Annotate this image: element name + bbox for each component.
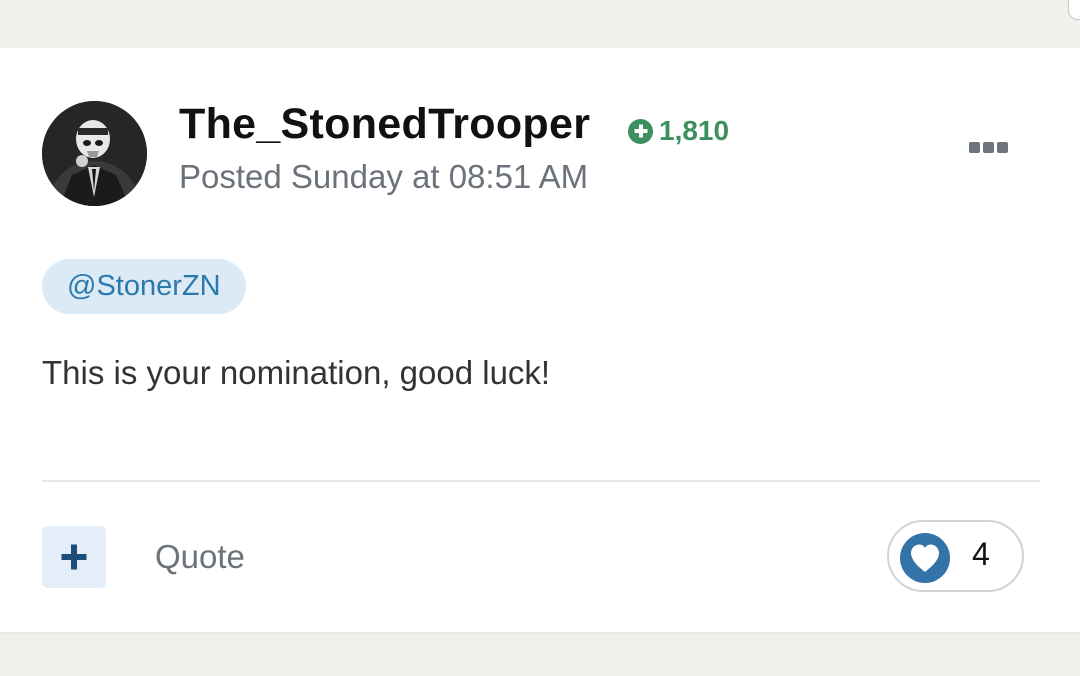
multiquote-button[interactable] <box>42 526 106 588</box>
quote-button[interactable]: Quote <box>155 538 245 576</box>
more-options-button[interactable] <box>958 132 1018 162</box>
avatar[interactable] <box>42 101 147 206</box>
reaction-button[interactable]: 4 <box>887 520 1024 592</box>
plus-circle-icon <box>628 118 653 144</box>
page: The_StonedTrooper 1,810 Posted Sunday at… <box>0 0 1080 676</box>
heart-icon <box>900 533 950 583</box>
post-timestamp[interactable]: Posted Sunday at 08:51 AM <box>179 158 588 196</box>
divider <box>42 480 1040 482</box>
post-card: The_StonedTrooper 1,810 Posted Sunday at… <box>0 48 1080 632</box>
reputation-badge: 1,810 <box>628 115 729 147</box>
author-name[interactable]: The_StonedTrooper <box>179 100 590 149</box>
ellipsis-icon-dot <box>968 141 980 153</box>
post-body: This is your nomination, good luck! <box>42 354 551 391</box>
user-mention[interactable]: @StonerZN <box>42 259 246 314</box>
reputation-count: 1,810 <box>659 115 730 146</box>
ellipsis-icon-dot <box>982 141 994 153</box>
ellipsis-icon-dot <box>996 141 1008 153</box>
reaction-count: 4 <box>972 536 990 572</box>
window-corner <box>1068 0 1080 20</box>
avatar-image <box>42 101 147 206</box>
